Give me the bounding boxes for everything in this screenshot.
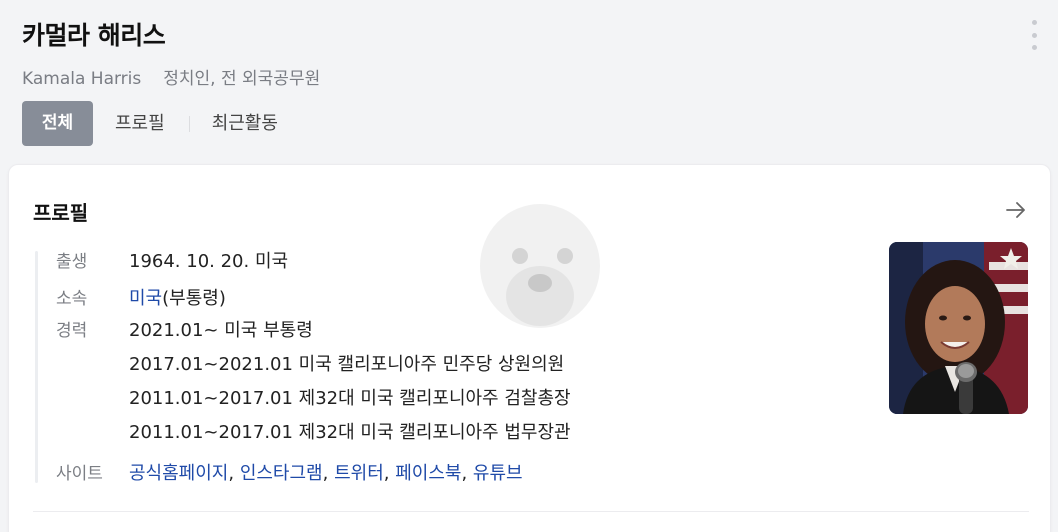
affiliation-value: 미국(부통령) (129, 284, 226, 310)
arrow-right-icon[interactable] (1004, 198, 1028, 222)
career-item: 2017.01~2021.01 미국 캘리포니아주 민주당 상원의원 (129, 354, 565, 375)
site-label: 사이트 (56, 464, 103, 484)
career-row: 경력 2021.01~ 미국 부통령 2017.01~2021.01 미국 캘리… (56, 314, 571, 450)
birth-value: 1964. 10. 20. 미국 (129, 251, 289, 272)
career-label: 경력 (56, 321, 88, 341)
affiliation-label: 소속 (56, 289, 88, 309)
person-name: 카멀라 해리스 (22, 21, 166, 50)
affiliation-link[interactable]: 미국 (129, 288, 162, 309)
tab-divider (188, 115, 190, 132)
profile-card: 프로필 출생 1964. 10. 20. 미국 소속 미국(부통령) 경력 2021… (8, 164, 1051, 532)
profile-header: 카멀라 해리스 Kamala Harris 정치인, 전 외국공무원 전체 프로필… (0, 0, 1058, 160)
career-item: 2011.01~2017.01 제32대 미국 캘리포니아주 검찰총장 (129, 388, 571, 409)
site-link-twitter[interactable]: 트위터 (334, 463, 384, 484)
site-separator: , (383, 463, 396, 484)
english-name: Kamala Harris (22, 69, 142, 89)
profile-photo[interactable] (889, 242, 1028, 414)
tab-recent-activity[interactable]: 최근활동 (212, 101, 278, 146)
site-separator: , (322, 463, 335, 484)
profile-card-title: 프로필 (33, 201, 89, 225)
person-subtitle: Kamala Harris 정치인, 전 외국공무원 (22, 64, 320, 89)
tab-all[interactable]: 전체 (22, 101, 93, 146)
site-row: 사이트 공식홈페이지, 인스타그램, 트위터, 페이스북, 유튜브 (56, 459, 523, 485)
site-separator: , (461, 463, 473, 484)
site-link-facebook[interactable]: 페이스북 (395, 463, 461, 484)
birth-row: 출생 1964. 10. 20. 미국 (56, 247, 288, 273)
birth-label: 출생 (56, 252, 88, 272)
site-link-instagram[interactable]: 인스타그램 (240, 463, 323, 484)
career-item: 2011.01~2017.01 제32대 미국 캘리포니아주 법무장관 (129, 422, 571, 443)
info-rail (35, 251, 38, 483)
career-list: 2021.01~ 미국 부통령 2017.01~2021.01 미국 캘리포니아… (129, 314, 571, 450)
affiliation-rest: (부통령) (162, 288, 226, 309)
affiliation-row: 소속 미국(부통령) (56, 284, 226, 310)
more-vertical-icon[interactable] (1024, 20, 1044, 50)
tab-bar: 전체 프로필 최근활동 (22, 101, 278, 146)
site-links: 공식홈페이지, 인스타그램, 트위터, 페이스북, 유튜브 (129, 459, 523, 485)
card-divider (33, 511, 1029, 512)
occupation: 정치인, 전 외국공무원 (163, 69, 321, 89)
tab-profile[interactable]: 프로필 (115, 101, 165, 146)
career-item: 2021.01~ 미국 부통령 (129, 320, 313, 341)
site-link-homepage[interactable]: 공식홈페이지 (129, 463, 228, 484)
site-link-youtube[interactable]: 유튜브 (473, 463, 523, 484)
site-separator: , (228, 463, 240, 484)
